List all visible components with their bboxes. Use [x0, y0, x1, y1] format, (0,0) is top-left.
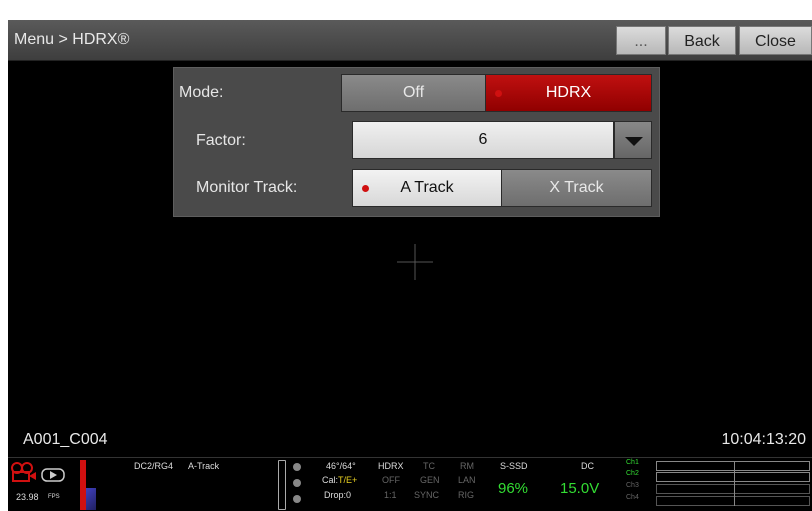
mode-hdrx-label: HDRX: [545, 84, 592, 101]
fps-unit: FPS: [48, 494, 60, 500]
lan-status: LAN: [458, 475, 476, 485]
sync-status: SYNC: [414, 490, 440, 500]
histogram-bar: [278, 460, 286, 510]
title-bar: Menu > HDRX® ... Back Close: [8, 20, 812, 61]
mode-off-label: Off: [402, 84, 425, 101]
rig-status: RIG: [458, 490, 475, 500]
status-dots-icon: [293, 463, 301, 503]
channel-1-label: Ch1: [626, 459, 639, 466]
power-voltage: 15.0V: [560, 480, 600, 497]
mode-label: Mode:: [179, 84, 224, 101]
channel-3-label: Ch3: [626, 482, 639, 489]
audio-level-marker: [734, 461, 735, 506]
audio-level-ch1: [656, 461, 810, 471]
factor-label: Factor:: [196, 132, 246, 149]
more-button[interactable]: ...: [616, 26, 666, 55]
gen-status: GEN: [420, 475, 440, 485]
mode-hdrx-button[interactable]: HDRX: [485, 74, 652, 112]
timecode: 10:04:13:20: [721, 431, 806, 448]
factor-select[interactable]: 6: [352, 121, 614, 159]
monitor-track-label: Monitor Track:: [196, 179, 298, 196]
audio-level-ch4: [656, 496, 810, 506]
calibration-label: Cal:T/E+: [322, 475, 358, 485]
hdrx-status-label: HDRX: [378, 461, 404, 471]
factor-dropdown-button[interactable]: [614, 121, 652, 159]
a-track-label: A Track: [400, 179, 454, 196]
mode-off-button[interactable]: Off: [341, 74, 486, 112]
x-track-label: X Track: [549, 179, 604, 196]
hdrx-settings-panel: Mode: Off HDRX Factor: 6 Monitor Track: …: [173, 67, 660, 217]
audio-level-ch3: [656, 484, 810, 494]
x-track-button[interactable]: X Track: [501, 169, 652, 207]
hdrx-status-value: OFF: [382, 475, 400, 485]
audio-level-ch2: [656, 472, 810, 482]
media-remaining: 96%: [498, 480, 529, 497]
menu-breadcrumb: Menu > HDRX®: [14, 31, 130, 48]
chevron-down-icon: [625, 137, 643, 146]
power-label: DC: [581, 461, 594, 471]
close-button[interactable]: Close: [739, 26, 812, 55]
audio-meter-right: [86, 488, 96, 510]
camera-record-icon[interactable]: [10, 461, 70, 483]
look-label: DC2/RG4: [134, 461, 174, 471]
camera-screen: Menu > HDRX® ... Back Close Mode: Off HD…: [8, 20, 812, 511]
sensor-temp: 46°/64°: [326, 461, 356, 471]
selected-indicator-icon: [362, 185, 369, 192]
fps-value: 23.98: [16, 492, 39, 502]
a-track-button[interactable]: A Track: [352, 169, 502, 207]
drop-frames: Drop:0: [324, 490, 352, 500]
selected-indicator-icon: [495, 90, 502, 97]
aspect-ratio: 1:1: [384, 490, 397, 500]
channel-2-label: Ch2: [626, 470, 639, 477]
status-bar: 23.98 FPS DC2/RG4 A-Track 46°/64° Cal:T/…: [8, 457, 812, 511]
tc-status: TC: [423, 461, 435, 471]
rm-status: RM: [460, 461, 474, 471]
channel-4-label: Ch4: [626, 494, 639, 501]
crosshair-icon: [397, 244, 433, 280]
back-button[interactable]: Back: [668, 26, 736, 55]
clip-name: A001_C004: [23, 431, 108, 448]
media-label: S-SSD: [500, 461, 528, 471]
track-label: A-Track: [188, 461, 220, 471]
